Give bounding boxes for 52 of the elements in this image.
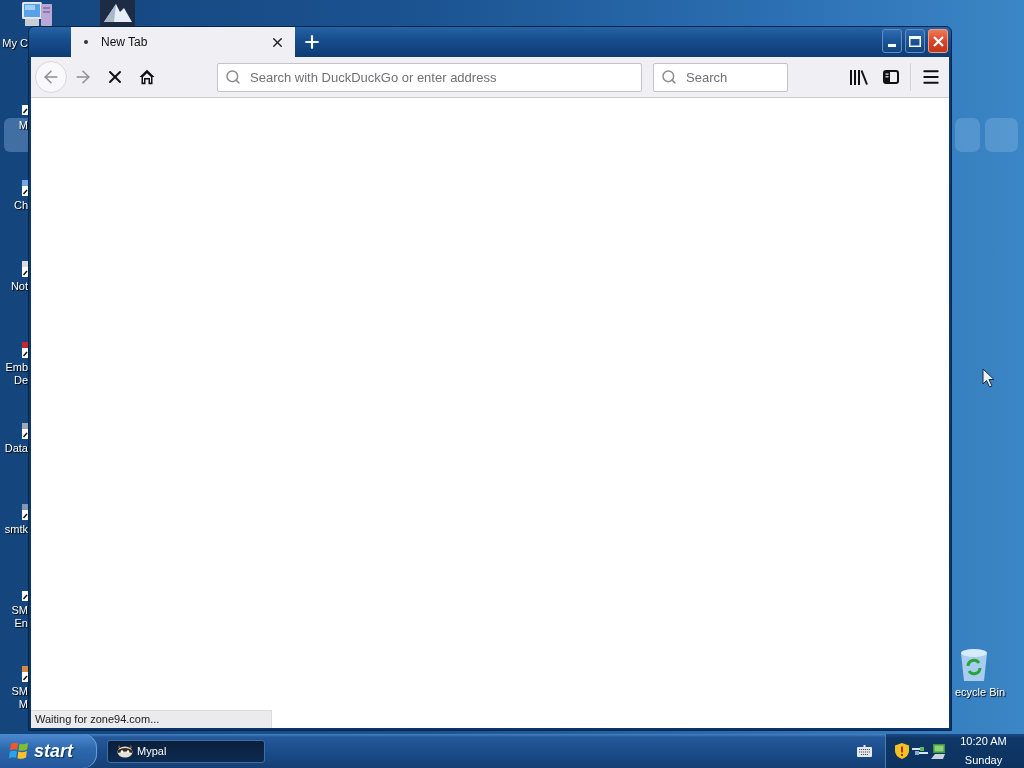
maximize-button[interactable] xyxy=(905,29,925,53)
shield-icon[interactable] xyxy=(895,743,909,759)
desktop-icon[interactable] xyxy=(22,105,28,115)
trash-bin-icon[interactable] xyxy=(958,648,990,682)
desktop-icon[interactable] xyxy=(22,666,28,682)
computer-icon[interactable] xyxy=(931,743,947,759)
desktop-icon[interactable] xyxy=(22,591,28,601)
keyboard-icon[interactable] xyxy=(857,745,872,757)
desktop-icon[interactable] xyxy=(22,261,28,277)
desktop-icon[interactable] xyxy=(22,180,28,196)
minimize-icon xyxy=(888,44,896,47)
sidebar-icon xyxy=(883,70,899,84)
dot-icon xyxy=(84,40,88,44)
menu-icon xyxy=(921,67,941,87)
plus-icon xyxy=(302,32,322,52)
desktop-icon[interactable] xyxy=(22,342,28,358)
library-icon xyxy=(850,69,868,85)
highlight-tile xyxy=(985,118,1018,152)
flag-icon xyxy=(9,742,29,760)
icon-label[interactable]: smtk xyxy=(4,523,28,536)
app-icon xyxy=(117,744,133,758)
address-field[interactable]: Search with DuckDuckGo or enter address xyxy=(217,62,642,92)
icon-label[interactable]: My C xyxy=(2,37,28,50)
minimize-button[interactable] xyxy=(882,29,902,53)
computer-icon[interactable] xyxy=(22,0,52,26)
close-icon xyxy=(932,35,944,47)
home-icon xyxy=(139,69,155,85)
network-icon[interactable] xyxy=(912,745,928,757)
icon-label[interactable]: ecycle Bin xyxy=(955,686,1006,699)
search-icon xyxy=(225,68,241,85)
tab[interactable]: New Tab xyxy=(71,27,295,57)
clock-time: 10:20 AM xyxy=(960,735,1007,748)
icon-label[interactable]: Not xyxy=(10,280,28,293)
search-field[interactable]: Search xyxy=(653,62,788,92)
cursor-icon xyxy=(982,368,995,388)
maximize-icon xyxy=(909,35,921,47)
taskbar-button[interactable]: Mypal xyxy=(107,739,265,763)
desktop-icon[interactable] xyxy=(22,504,28,520)
highlight-tile xyxy=(955,118,980,152)
mountain-icon[interactable] xyxy=(100,0,135,26)
clock-day: Sunday xyxy=(964,754,1003,767)
desktop-icon[interactable] xyxy=(22,423,28,439)
close-button[interactable] xyxy=(928,29,948,53)
icon-label[interactable]: Ch xyxy=(13,199,28,212)
icon-label[interactable]: Emb De xyxy=(5,361,28,387)
icon-label[interactable]: Data xyxy=(4,442,28,455)
icon-label[interactable]: M xyxy=(4,118,28,152)
icon-label[interactable]: SM M xyxy=(11,685,28,711)
start-button[interactable]: start xyxy=(0,734,97,768)
icon-label[interactable]: SM En xyxy=(11,604,28,630)
status-bar: Waiting for zone94.com... xyxy=(31,710,272,728)
search-icon xyxy=(661,68,677,85)
